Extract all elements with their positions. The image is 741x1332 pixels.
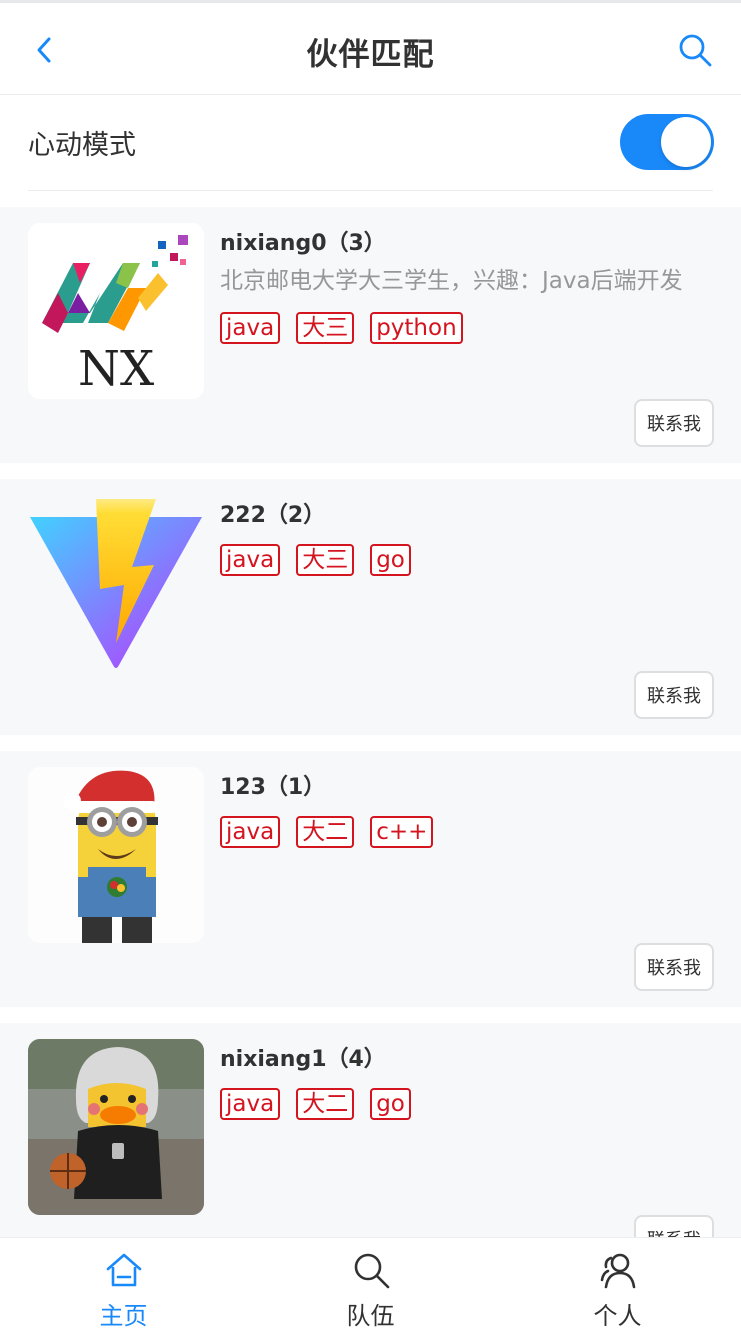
tab-label: 个人 bbox=[593, 1302, 642, 1330]
tab-home[interactable]: 主页 bbox=[0, 1238, 247, 1332]
tag: python bbox=[370, 312, 463, 344]
nav-bar: 伙伴匹配 bbox=[0, 3, 741, 95]
user-title: nixiang1（4） bbox=[220, 1047, 386, 1072]
tab-profile[interactable]: 个人 bbox=[494, 1238, 741, 1332]
heart-mode-label: 心动模式 bbox=[28, 130, 136, 161]
user-description: 北京邮电大学大三学生，兴趣：Java后端开发 bbox=[220, 268, 683, 294]
tag: 大二 bbox=[296, 816, 355, 848]
tag: 大三 bbox=[296, 312, 355, 344]
tab-label: 主页 bbox=[99, 1302, 148, 1330]
tab-team[interactable]: 队伍 bbox=[247, 1238, 494, 1332]
tag: java bbox=[220, 1088, 281, 1120]
contact-button[interactable]: 联系我 bbox=[634, 1215, 714, 1237]
tag: java bbox=[220, 544, 281, 576]
user-card[interactable]: nixiang1（4） java 大二 go 联系我 bbox=[0, 1023, 741, 1237]
tag-list: java 大三 python bbox=[220, 312, 463, 344]
user-card[interactable]: NX nixiang0（3） 北京邮电大学大三学生，兴趣：Java后端开发 ja… bbox=[0, 207, 741, 463]
minion-avatar bbox=[28, 767, 204, 943]
home-icon bbox=[104, 1250, 144, 1290]
tag-list: java 大二 go bbox=[220, 1088, 411, 1120]
tag: 大二 bbox=[296, 1088, 355, 1120]
tag: go bbox=[370, 544, 411, 576]
contact-button[interactable]: 联系我 bbox=[634, 399, 714, 447]
tag: java bbox=[220, 816, 281, 848]
user-title: 222（2） bbox=[220, 503, 326, 528]
tag-list: java 大三 go bbox=[220, 544, 411, 576]
search-icon bbox=[351, 1250, 391, 1290]
user-card[interactable]: 222（2） java 大三 go 联系我 bbox=[0, 479, 741, 735]
user-card[interactable]: 123（1） java 大二 c++ 联系我 bbox=[0, 751, 741, 1007]
tag: 大三 bbox=[296, 544, 355, 576]
tab-label: 队伍 bbox=[346, 1302, 395, 1330]
vite-logo-avatar bbox=[28, 495, 204, 671]
user-icon bbox=[598, 1250, 638, 1290]
heart-mode-switch[interactable] bbox=[620, 114, 714, 170]
tag: go bbox=[370, 1088, 411, 1120]
search-icon[interactable] bbox=[676, 31, 714, 69]
duck-avatar bbox=[28, 1039, 204, 1215]
user-title: 123（1） bbox=[220, 775, 326, 800]
tag-list: java 大二 c++ bbox=[220, 816, 434, 848]
nx-logo-avatar: NX bbox=[28, 223, 204, 399]
contact-button[interactable]: 联系我 bbox=[634, 671, 714, 719]
tab-bar: 主页 队伍 个人 bbox=[0, 1237, 741, 1332]
user-title: nixiang0（3） bbox=[220, 231, 386, 256]
switch-knob bbox=[661, 117, 711, 167]
svg-text:NX: NX bbox=[78, 341, 154, 397]
tag: java bbox=[220, 312, 281, 344]
user-card-list: NX nixiang0（3） 北京邮电大学大三学生，兴趣：Java后端开发 ja… bbox=[0, 191, 741, 1237]
contact-button[interactable]: 联系我 bbox=[634, 943, 714, 991]
tag: c++ bbox=[370, 816, 434, 848]
heart-mode-row: 心动模式 bbox=[0, 96, 741, 191]
page-title: 伙伴匹配 bbox=[306, 37, 435, 73]
